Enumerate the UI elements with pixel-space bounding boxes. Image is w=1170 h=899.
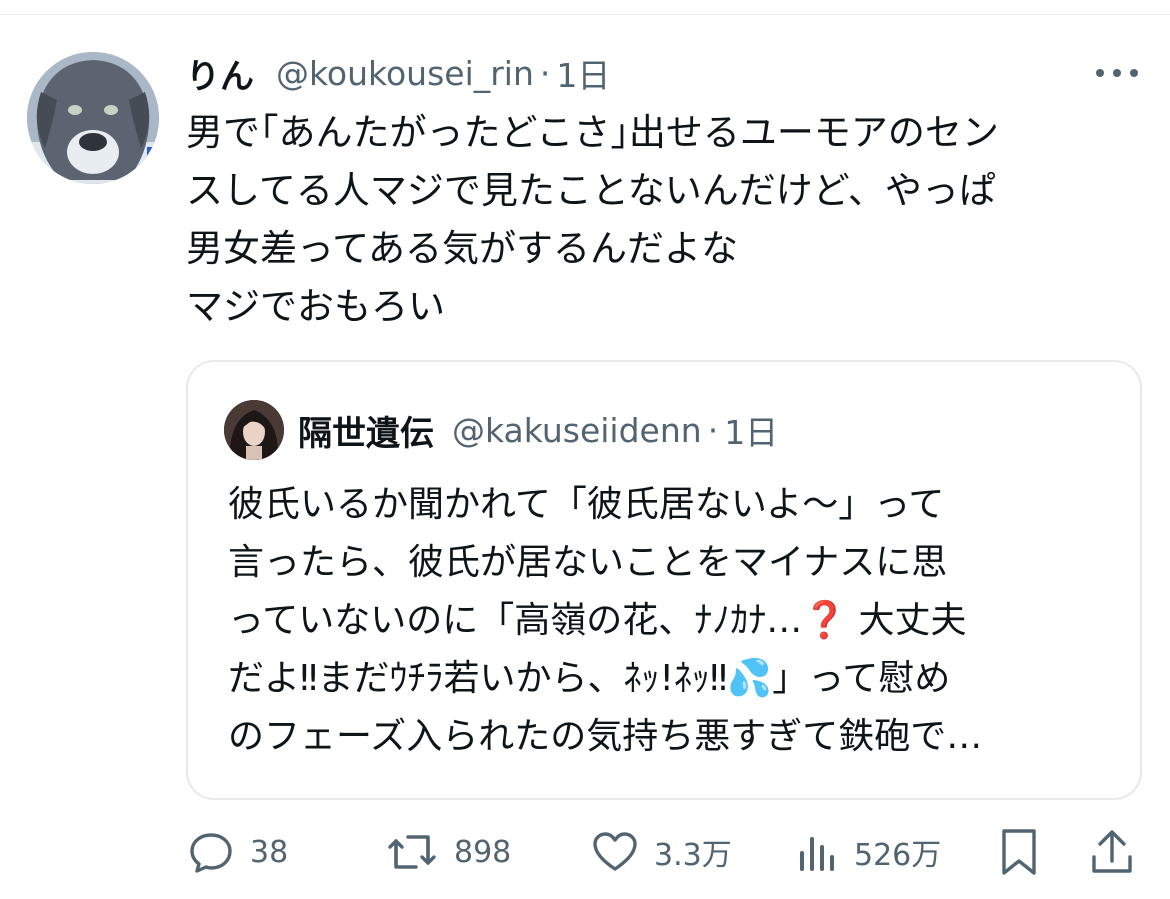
- tweet-text-line: 男女差ってある気がするんだよな: [186, 227, 739, 270]
- quoted-text-line: 彼氏いるか聞かれて「彼氏居ないよ〜」って: [228, 484, 945, 525]
- tweet-text-line: 男で｢あんたがったどこさ｣出せるユーモアのセン: [186, 111, 999, 154]
- author-avatar[interactable]: [27, 52, 159, 184]
- tweet-timestamp[interactable]: 1日: [556, 49, 610, 97]
- header-separator: ·: [539, 53, 551, 93]
- share-button[interactable]: [1086, 820, 1138, 884]
- quoted-tweet-header: 隔世遺伝 @kakuseiidenn · 1日: [298, 406, 778, 454]
- quoted-text-line: 言ったら、彼氏が居ないことをマイナスに思: [228, 542, 948, 583]
- views-count: 526万: [854, 838, 942, 873]
- tweet-header: りん @koukousei_rin · 1日: [186, 49, 610, 98]
- views-button[interactable]: 526万: [794, 820, 941, 884]
- more-icon-dot: [1096, 69, 1104, 77]
- more-options-button[interactable]: [1092, 58, 1142, 88]
- bookmark-icon: [994, 825, 1044, 879]
- bookmark-button[interactable]: [994, 820, 1044, 884]
- reply-count: 38: [250, 834, 289, 870]
- tweet-text: 男で｢あんたがったどこさ｣出せるユーモアのセン スしてる人マジで見たことないんだ…: [186, 104, 1146, 336]
- quoted-author-avatar[interactable]: [224, 400, 284, 460]
- retweet-count: 898: [454, 834, 512, 870]
- retweet-button[interactable]: 898: [384, 820, 511, 884]
- author-display-name[interactable]: りん: [186, 49, 254, 98]
- like-button[interactable]: 3.3万: [590, 820, 732, 884]
- reply-button[interactable]: 38: [186, 820, 288, 884]
- action-bar: 38 898 3.3万 526万: [186, 820, 1146, 884]
- quoted-author-handle[interactable]: @kakuseiidenn: [452, 411, 702, 450]
- quoted-header-separator: ·: [707, 410, 719, 450]
- more-icon-dot: [1130, 69, 1138, 77]
- share-icon: [1086, 825, 1138, 879]
- heart-icon: [590, 827, 640, 877]
- quoted-text-line: だよ‼︎まだｳﾁﾗ若いから、ﾈｯ!ﾈｯ‼︎💦」って慰め: [228, 658, 951, 699]
- more-icon-dot: [1113, 69, 1121, 77]
- top-divider: [0, 14, 1170, 15]
- author-handle[interactable]: @koukousei_rin: [276, 54, 534, 93]
- quoted-tweet-card[interactable]: 隔世遺伝 @kakuseiidenn · 1日 彼氏いるか聞かれて「彼氏居ないよ…: [186, 360, 1142, 800]
- like-count: 3.3万: [654, 838, 732, 873]
- quoted-tweet-timestamp[interactable]: 1日: [724, 406, 778, 454]
- quoted-tweet-text: 彼氏いるか聞かれて「彼氏居ないよ〜」って 言ったら、彼氏が居ないことをマイナスに…: [228, 476, 1128, 766]
- tweet-text-line: スしてる人マジで見たことないんだけど、やっぱ: [186, 169, 996, 212]
- quoted-text-line: のフェーズ入られたの気持ち悪すぎて鉄砲で…: [228, 716, 983, 757]
- tweet-text-line: マジでおもろい: [186, 285, 445, 328]
- quoted-author-display-name[interactable]: 隔世遺伝: [298, 406, 434, 455]
- reply-icon: [186, 827, 236, 877]
- quoted-text-line: っていないのに「高嶺の花、ﾅﾉｶﾅ…❓ 大丈夫: [228, 600, 967, 641]
- retweet-icon: [384, 827, 440, 877]
- views-icon: [794, 827, 840, 877]
